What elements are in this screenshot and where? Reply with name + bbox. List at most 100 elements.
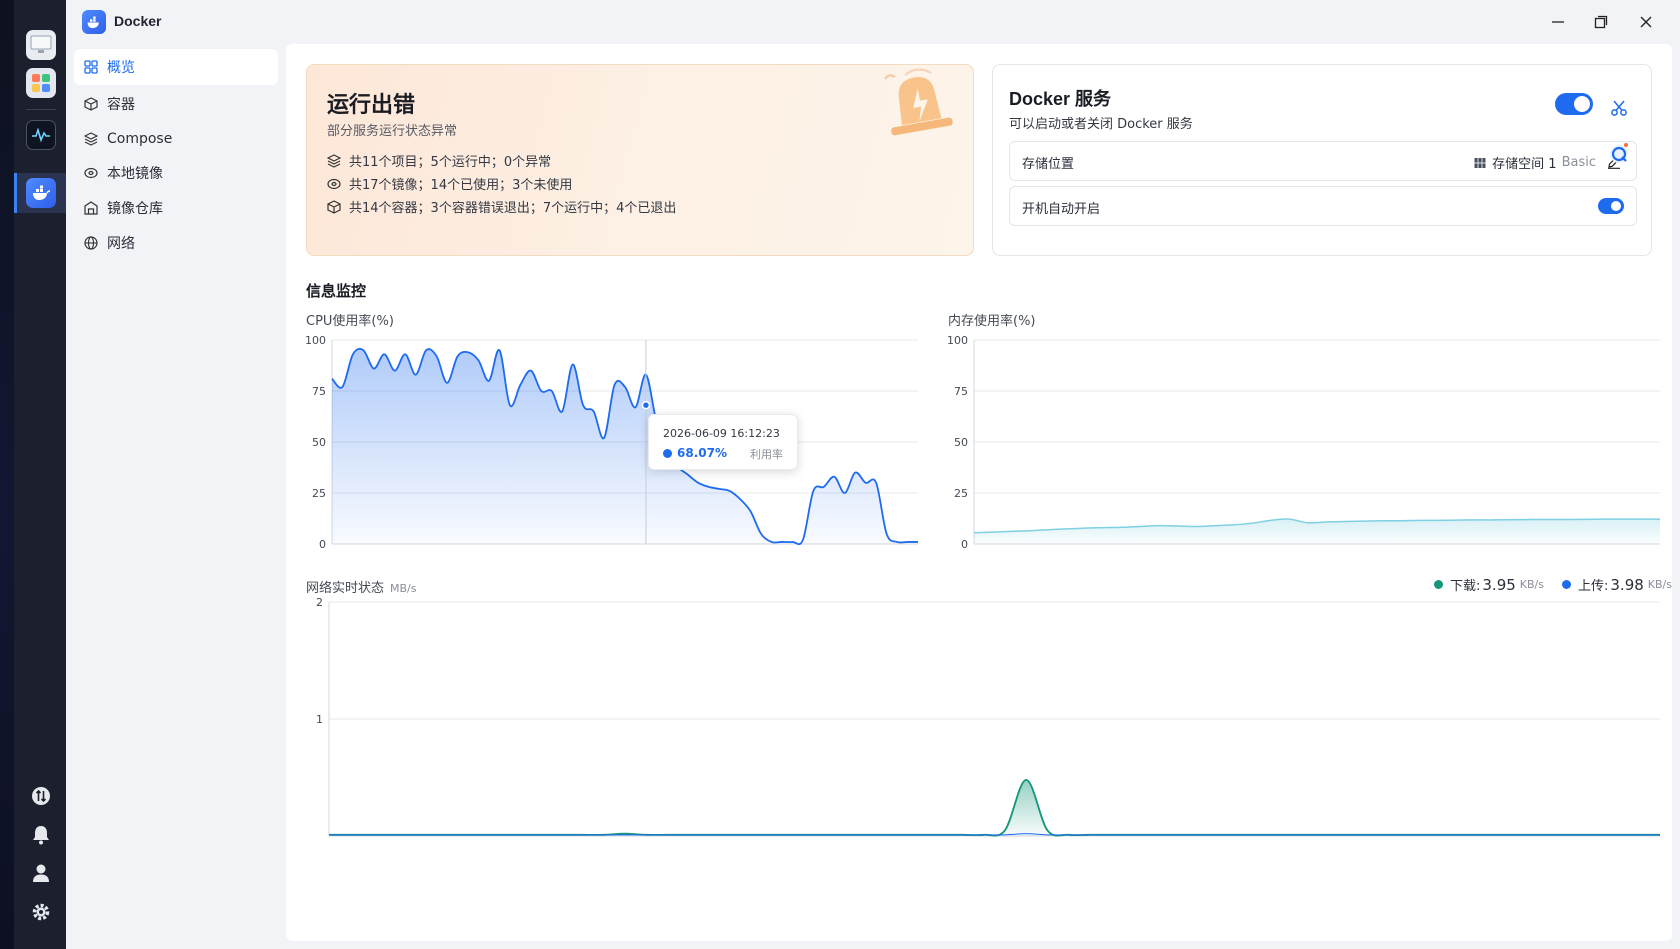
sidebar-item-label: 网络 <box>107 236 135 252</box>
sidebar-item-compose[interactable]: Compose <box>74 121 278 157</box>
dock-separator <box>26 109 56 110</box>
sidebar-item-containers[interactable]: 容器 <box>74 86 278 122</box>
alarm-light-icon <box>884 68 953 136</box>
hover-point <box>641 400 651 410</box>
desktop-monitor-icon[interactable] <box>26 30 56 60</box>
tooltip-time: 2026-06-09 16:12:23 <box>663 427 780 440</box>
sidebar-item-label: 容器 <box>107 97 135 113</box>
projects-summary: 共11个项目；5个运行中；0个异常 <box>327 151 551 170</box>
network-chart: 12 <box>316 596 1660 837</box>
y-tick-label: 0 <box>961 538 968 551</box>
toggle-knob <box>1574 96 1590 112</box>
storage-tier: Basic <box>1561 155 1596 170</box>
cpu-chart: 0 25 50 75 100 <box>305 334 918 551</box>
tooltip-dot <box>663 448 672 458</box>
sidebar-item-registry[interactable]: 镜像仓库 <box>74 190 278 226</box>
storage-name: 存储空间 1 <box>1492 157 1557 172</box>
desktop-dock <box>0 0 66 949</box>
projects-summary-text: 共11个项目；5个运行中；0个异常 <box>349 155 552 170</box>
box-icon <box>327 199 341 214</box>
cpu-chart-label: CPU使用率(%) <box>306 314 394 329</box>
upload-unit: KB/s <box>1647 578 1672 591</box>
grid-icon <box>84 60 98 74</box>
download-legend-dot <box>1434 580 1443 589</box>
tooltip-value-text: 68.07% <box>677 446 727 460</box>
y-tick-label: 25 <box>312 487 326 500</box>
cpu-area <box>332 348 918 545</box>
download-unit: KB/s <box>1519 578 1544 591</box>
download-area <box>329 779 1660 836</box>
settings-gear-icon[interactable] <box>26 897 56 927</box>
images-summary: 共17个镜像；14个已使用；3个未使用 <box>327 174 572 193</box>
upload-legend-label: 上传: <box>1578 579 1609 594</box>
monitor-section-title: 信息监控 <box>306 282 367 300</box>
sidebar-item-label: 概览 <box>107 60 135 76</box>
y-tick-label: 50 <box>954 436 968 449</box>
service-title: Docker 服务 <box>1009 89 1112 109</box>
title-bar: Docker <box>66 0 1680 44</box>
user-icon[interactable] <box>26 858 56 888</box>
maximize-button[interactable] <box>1589 10 1613 34</box>
assistant-chat-icon[interactable] <box>1604 138 1634 168</box>
network-legend: 下载: 3.95 KB/s 上传: 3.98 KB/s <box>1434 575 1672 594</box>
main-panel: 运行出错 部分服务运行状态异常 共11个项目；5个运行中；0个异常 共17个镜像… <box>286 44 1672 941</box>
close-button[interactable] <box>1634 10 1658 34</box>
y-tick-label: 75 <box>312 385 326 398</box>
box-icon <box>84 97 98 111</box>
sidebar-item-overview[interactable]: 概览 <box>74 49 278 85</box>
docker-service-card: Docker 服务 可以启动或者关闭 Docker 服务 存储位置 存储空间 1… <box>992 64 1652 256</box>
tooltip-value: 68.07% <box>663 446 727 460</box>
y-tick-label: 0 <box>319 538 326 551</box>
toggle-knob <box>1611 201 1621 211</box>
y-tick-label: 100 <box>947 334 968 347</box>
y-tick-label: 25 <box>954 487 968 500</box>
sidebar-item-label: 本地镜像 <box>107 166 163 182</box>
tooltip-series-name: 利用率 <box>750 448 783 461</box>
app-title: Docker <box>114 13 162 29</box>
storage-location-value: 存储空间 1 Basic <box>1474 153 1596 172</box>
docker-app-icon[interactable] <box>26 178 56 208</box>
y-tick-label: 2 <box>316 596 323 609</box>
sidebar-item-local-images[interactable]: 本地镜像 <box>74 155 278 191</box>
layers-icon <box>84 132 98 146</box>
status-subtitle: 部分服务运行状态异常 <box>327 124 458 139</box>
upload-value: 3.98 <box>1610 575 1644 594</box>
y-tick-label: 1 <box>316 713 323 726</box>
warehouse-icon <box>84 201 98 215</box>
status-card: 运行出错 部分服务运行状态异常 共11个项目；5个运行中；0个异常 共17个镜像… <box>306 64 974 256</box>
containers-summary: 共14个容器；3个容器错误退出；7个运行中；4个已退出 <box>327 197 676 216</box>
storage-grid-icon <box>1474 157 1486 168</box>
download-value: 3.95 <box>1482 575 1516 594</box>
docker-logo-icon <box>82 10 106 34</box>
disc-icon <box>84 167 98 179</box>
service-description: 可以启动或者关闭 Docker 服务 <box>1009 117 1193 132</box>
minimize-button[interactable] <box>1546 10 1570 34</box>
images-summary-text: 共17个镜像；14个已使用；3个未使用 <box>349 178 573 193</box>
screenshot-scissors-icon[interactable] <box>1604 93 1634 123</box>
sidebar-item-network[interactable]: 网络 <box>74 225 278 261</box>
autostart-label: 开机自动开启 <box>1022 202 1101 217</box>
status-title: 运行出错 <box>327 93 416 118</box>
cpu-chart-tooltip: 2026-06-09 16:12:23 68.07% 利用率 <box>648 414 798 470</box>
containers-summary-text: 共14个容器；3个容器错误退出；7个运行中；4个已退出 <box>349 201 677 216</box>
y-tick-label: 100 <box>305 334 326 347</box>
sidebar-item-label: Compose <box>107 131 173 147</box>
autostart-toggle[interactable] <box>1598 198 1624 214</box>
app-center-icon[interactable] <box>26 68 56 98</box>
download-legend-label: 下载: <box>1450 579 1481 594</box>
storage-location-label: 存储位置 <box>1022 157 1075 172</box>
download-line <box>328 778 1660 837</box>
memory-chart-label: 内存使用率(%) <box>948 314 1036 329</box>
sidebar-item-label: 镜像仓库 <box>107 201 163 217</box>
resource-monitor-icon[interactable] <box>26 120 56 150</box>
y-tick-label: 50 <box>312 436 326 449</box>
bell-icon[interactable] <box>26 820 56 850</box>
memory-chart: 0 25 50 75 100 <box>947 334 1660 551</box>
upload-legend-dot <box>1562 580 1571 589</box>
y-tick-label: 75 <box>954 385 968 398</box>
storage-location-row: 存储位置 存储空间 1 Basic <box>1009 141 1637 181</box>
globe-icon <box>84 236 98 250</box>
transfer-icon[interactable] <box>26 781 56 811</box>
docker-service-toggle[interactable] <box>1555 93 1593 115</box>
sidebar: 概览 容器 Compose 本地镜像 镜像仓库 网络 <box>66 44 282 949</box>
